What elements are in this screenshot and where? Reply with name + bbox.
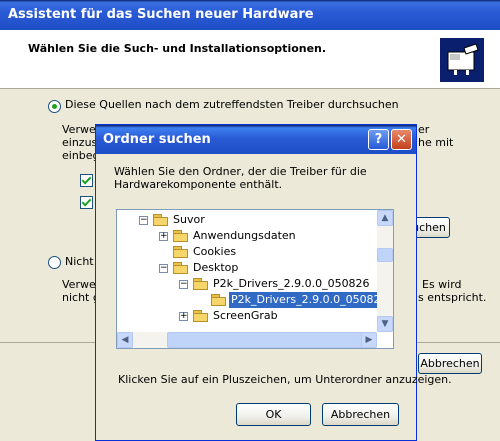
scroll-down-icon[interactable]: ▼ <box>377 316 393 332</box>
tree-item-label: Cookies <box>193 245 237 258</box>
scroll-left-icon[interactable]: ◀ <box>117 332 133 348</box>
tree-item-label: Anwendungsdaten <box>193 229 296 242</box>
dialog-hint: Klicken Sie auf ein Pluszeichen, um Unte… <box>118 373 452 386</box>
collapse-icon[interactable]: − <box>179 280 188 289</box>
dialog-instruction-line1: Wählen Sie den Ordner, der die Treiber f… <box>114 165 367 178</box>
wizard-title: Assistent für das Suchen neuer Hardware <box>8 7 314 22</box>
tree-item-label: P2k_Drivers_2.9.0.0_050826 <box>213 277 370 290</box>
option-search-desc: einbeg <box>62 149 100 162</box>
folder-icon <box>173 262 189 274</box>
folder-icon <box>173 230 189 242</box>
option-search-desc: he mit <box>418 136 454 149</box>
close-icon[interactable]: ✕ <box>391 129 412 150</box>
tree-item-label: Desktop <box>193 261 239 274</box>
option-manual-desc: Es wird <box>422 278 462 291</box>
open-folder-icon <box>211 294 227 306</box>
vertical-scrollbar[interactable]: ▲ ▼ <box>377 210 393 332</box>
collapse-icon[interactable]: − <box>159 264 168 273</box>
wizard-cancel-button[interactable]: Abbrechen <box>418 353 482 374</box>
folder-icon <box>173 246 189 258</box>
option-search-desc: er <box>418 123 430 136</box>
vertical-scroll-thumb[interactable] <box>377 248 393 262</box>
horizontal-scrollbar[interactable]: ◀ ▶ <box>117 332 377 348</box>
wizard-header: Wählen Sie die Such- und Installationsop… <box>0 30 500 89</box>
include-location-checkbox[interactable] <box>80 196 93 209</box>
scroll-right-icon[interactable]: ▶ <box>361 332 377 348</box>
cancel-button[interactable]: Abbrechen <box>322 403 399 426</box>
dialog-title: Ordner suchen <box>103 132 211 147</box>
dialog-titlebar: Ordner suchen ? ✕ <box>96 125 416 154</box>
horizontal-scroll-thumb[interactable] <box>167 332 367 348</box>
option-search-label: Diese Quellen nach dem zutreffendsten Tr… <box>65 98 399 111</box>
expand-icon[interactable]: + <box>159 232 168 241</box>
option-search-desc: einzus <box>62 136 98 149</box>
option-manual-desc: s entspricht. <box>418 291 487 304</box>
tree-item-label: P2k_Drivers_2.9.0.0_050826 <box>228 291 391 309</box>
wizard-header-title: Wählen Sie die Such- und Installationsop… <box>28 42 327 55</box>
ok-button[interactable]: OK <box>236 403 311 426</box>
hardware-icon <box>440 38 484 82</box>
folder-icon <box>193 310 209 322</box>
browse-folder-dialog: Ordner suchen ? ✕ Wählen Sie den Ordner,… <box>95 124 452 441</box>
folder-icon <box>153 214 169 226</box>
folder-tree[interactable]: − Suvor + Anwendungsdaten Cookies − Desk… <box>116 209 394 349</box>
search-removable-checkbox[interactable] <box>80 174 93 187</box>
option-search-radio[interactable] <box>48 100 61 113</box>
wizard-titlebar: Assistent für das Suchen neuer Hardware <box>0 0 500 30</box>
help-icon[interactable]: ? <box>368 129 389 150</box>
dialog-instruction-line2: Hardwarekomponente enthält. <box>114 178 283 191</box>
tree-item-label: Suvor <box>173 213 205 226</box>
option-manual-radio[interactable] <box>48 256 61 269</box>
tree-item-label: ScreenGrab <box>213 309 278 322</box>
folder-icon <box>193 278 209 290</box>
expand-icon[interactable]: + <box>179 312 188 321</box>
scroll-up-icon[interactable]: ▲ <box>377 210 393 226</box>
collapse-icon[interactable]: − <box>139 216 148 225</box>
